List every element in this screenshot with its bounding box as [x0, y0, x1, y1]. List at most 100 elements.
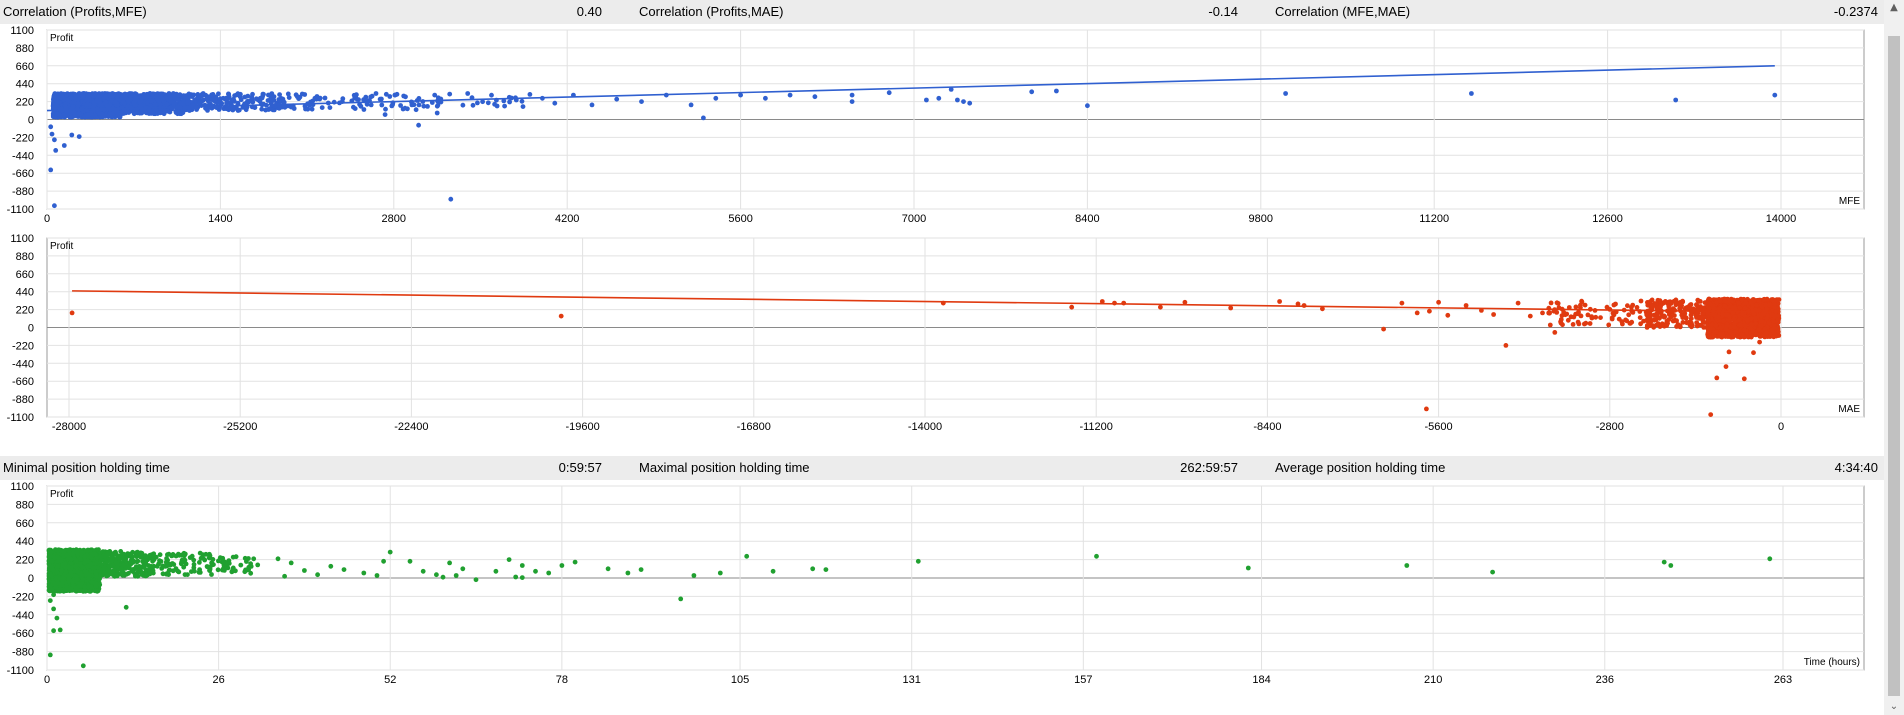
- data-point: [1723, 364, 1729, 369]
- data-point: [299, 91, 305, 97]
- data-point: [1547, 322, 1553, 328]
- data-point: [107, 92, 113, 98]
- data-point: [53, 111, 59, 117]
- min-hold-label: Minimal position holding time: [3, 460, 170, 475]
- y-tick-label: -220: [12, 132, 34, 144]
- x-tick-label: 8400: [1075, 213, 1099, 225]
- data-point: [1054, 88, 1059, 94]
- data-point: [1427, 308, 1432, 314]
- data-point: [425, 104, 430, 109]
- data-point: [85, 101, 90, 107]
- data-point: [1716, 314, 1721, 320]
- y-axis-label: Profit: [50, 241, 74, 252]
- data-point: [1573, 304, 1579, 310]
- y-tick-label: -660: [12, 628, 34, 640]
- data-point: [1673, 97, 1679, 103]
- data-point: [1725, 334, 1731, 339]
- data-point: [392, 92, 398, 98]
- data-point: [368, 102, 374, 108]
- data-point: [1742, 327, 1747, 333]
- data-point: [197, 99, 203, 105]
- data-point: [527, 92, 533, 97]
- data-point: [1769, 312, 1775, 318]
- data-point: [120, 99, 126, 105]
- data-point: [1568, 314, 1574, 320]
- data-point: [416, 122, 421, 128]
- data-point: [100, 112, 105, 117]
- data-point: [1680, 315, 1686, 320]
- corr-profit-mfe-label: Correlation (Profits,MFE): [3, 4, 147, 19]
- data-point: [314, 96, 319, 102]
- data-point: [146, 108, 152, 113]
- data-point: [1629, 319, 1635, 325]
- data-point: [319, 105, 325, 110]
- data-point: [205, 95, 211, 100]
- data-point: [1381, 326, 1386, 332]
- data-point: [189, 94, 195, 99]
- data-point: [1585, 312, 1591, 318]
- data-point: [270, 94, 276, 100]
- data-point: [72, 91, 78, 97]
- data-point: [305, 106, 311, 112]
- data-point: [1736, 317, 1742, 323]
- data-point: [1675, 322, 1681, 327]
- data-point: [226, 91, 231, 97]
- y-tick-label: 660: [16, 518, 34, 530]
- data-point: [1730, 305, 1736, 310]
- y-tick-label: -660: [12, 376, 34, 388]
- data-point: [1654, 322, 1659, 328]
- data-point: [434, 103, 440, 109]
- data-point: [955, 97, 960, 103]
- data-point: [53, 148, 59, 153]
- data-point: [1718, 331, 1723, 337]
- y-tick-label: 0: [28, 573, 34, 585]
- data-point: [1668, 314, 1674, 320]
- x-axis-label: Time (hours): [1804, 657, 1860, 668]
- y-axis-label: Profit: [50, 33, 74, 44]
- data-point: [1694, 315, 1699, 320]
- data-point: [285, 91, 291, 97]
- data-point: [147, 91, 153, 96]
- data-point: [688, 102, 694, 108]
- data-point: [1664, 323, 1670, 328]
- data-point: [1548, 300, 1554, 306]
- x-tick-label: 131: [903, 674, 921, 686]
- data-point: [61, 143, 67, 148]
- data-point: [1718, 325, 1724, 330]
- data-point: [409, 101, 415, 107]
- y-tick-label: 660: [16, 61, 34, 73]
- y-tick-label: -1100: [7, 204, 34, 216]
- x-tick-label: 0: [44, 674, 50, 686]
- y-tick-label: 1100: [10, 26, 34, 37]
- data-point: [77, 588, 83, 593]
- y-tick-label: -660: [12, 168, 34, 180]
- y-tick-label: 0: [28, 323, 34, 335]
- data-point: [403, 94, 408, 100]
- data-point: [1694, 323, 1700, 329]
- x-tick-label: 1400: [208, 213, 232, 225]
- data-point: [322, 95, 328, 101]
- data-point: [1688, 316, 1694, 321]
- data-point: [69, 310, 75, 316]
- data-point: [172, 96, 178, 102]
- data-point: [156, 98, 162, 104]
- data-point: [1741, 376, 1747, 382]
- data-point: [107, 102, 113, 108]
- data-point: [200, 91, 206, 96]
- data-point: [1623, 317, 1628, 323]
- data-point: [249, 94, 255, 100]
- data-point: [1705, 317, 1711, 323]
- y-tick-label: 1100: [10, 482, 34, 493]
- y-tick-label: -220: [12, 591, 34, 603]
- data-point: [158, 110, 163, 116]
- data-point: [223, 96, 229, 102]
- data-point: [701, 115, 706, 121]
- data-point: [1620, 321, 1625, 327]
- data-point: [73, 96, 78, 101]
- data-point: [1771, 326, 1776, 331]
- data-point: [1424, 406, 1429, 412]
- data-point: [69, 132, 75, 138]
- avg-hold-value: 4:34:40: [1834, 460, 1878, 475]
- data-point: [1721, 318, 1726, 324]
- data-point: [1742, 305, 1748, 311]
